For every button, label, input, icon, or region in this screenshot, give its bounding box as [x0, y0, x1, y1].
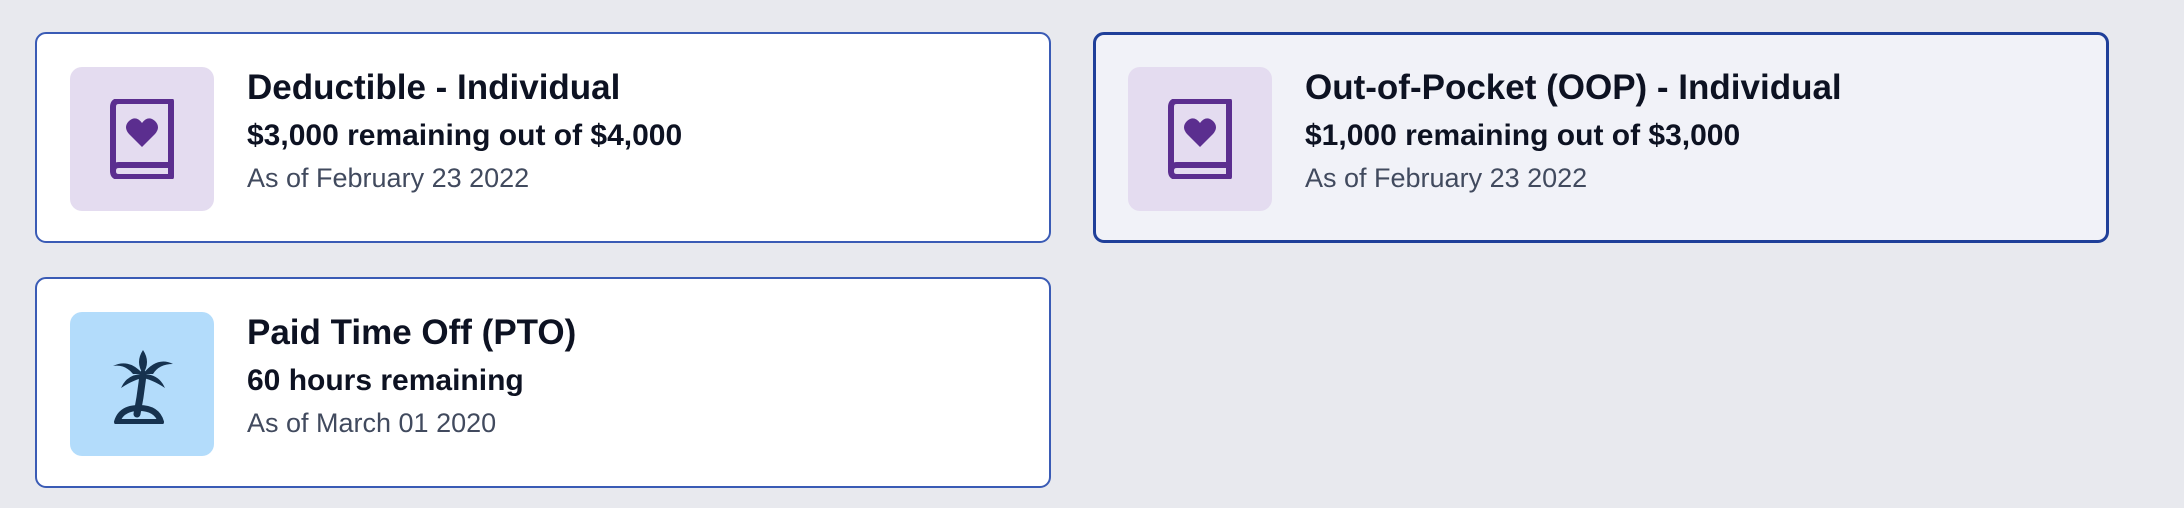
icon-tile: [70, 312, 214, 456]
card-amount: $3,000 remaining out of $4,000: [247, 119, 683, 152]
card-text: Deductible - Individual $3,000 remaining…: [247, 66, 1029, 195]
palm-tree-island-icon: [113, 350, 173, 424]
card-as-of-date: As of February 23 2022: [247, 163, 530, 193]
icon-tile: [1128, 67, 1272, 211]
benefit-card-pto[interactable]: Paid Time Off (PTO) 60 hours remaining A…: [35, 277, 1051, 488]
book-heart-icon: [1168, 99, 1232, 179]
benefit-card-deductible[interactable]: Deductible - Individual $3,000 remaining…: [35, 32, 1051, 243]
card-amount: 60 hours remaining: [247, 364, 524, 397]
card-title: Deductible - Individual: [247, 68, 621, 107]
card-title: Out-of-Pocket (OOP) - Individual: [1305, 68, 1842, 107]
card-as-of-date: As of February 23 2022: [1305, 163, 1588, 193]
card-amount: $1,000 remaining out of $3,000: [1305, 119, 1741, 152]
icon-tile: [70, 67, 214, 211]
card-text: Out-of-Pocket (OOP) - Individual $1,000 …: [1305, 66, 2086, 195]
card-title: Paid Time Off (PTO): [247, 313, 577, 352]
book-heart-icon: [110, 99, 174, 179]
card-as-of-date: As of March 01 2020: [247, 408, 497, 438]
card-text: Paid Time Off (PTO) 60 hours remaining A…: [247, 311, 1029, 440]
benefit-card-oop[interactable]: Out-of-Pocket (OOP) - Individual $1,000 …: [1093, 32, 2109, 243]
